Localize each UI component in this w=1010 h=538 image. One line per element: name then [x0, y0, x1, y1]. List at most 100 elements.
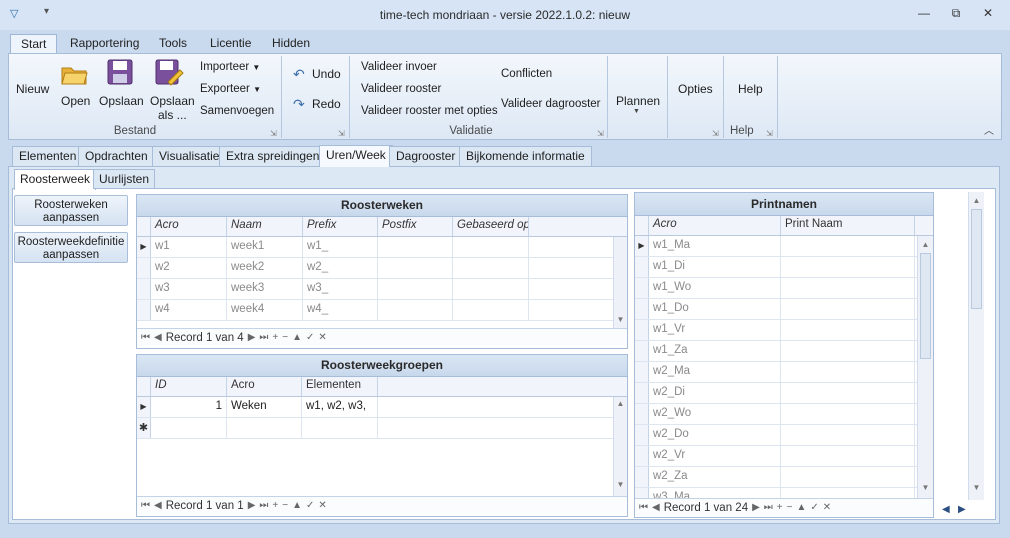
exporteer-dropdown[interactable]: Exporteer ▼ [200, 83, 261, 95]
cancel-record-icon[interactable]: ✕ [318, 500, 326, 511]
cell[interactable] [781, 467, 915, 487]
tab-uren-week[interactable]: Uren/Week [319, 145, 393, 167]
cell[interactable]: w1, w2, w3, [302, 397, 378, 417]
table-row[interactable]: w2_Do [635, 425, 933, 446]
next-record-icon[interactable]: ▶ [248, 500, 256, 511]
next-record-icon[interactable]: ▶ [752, 502, 760, 513]
column-header[interactable]: Elementen [302, 377, 378, 396]
cell[interactable] [378, 300, 453, 320]
ribbon-tab-start[interactable]: Start [10, 34, 58, 55]
ribbon-tab-rapportering[interactable]: Rapportering [60, 34, 149, 54]
cell[interactable]: w2_ [303, 258, 378, 278]
dialog-launcher-icon[interactable]: ⇲ [338, 129, 345, 138]
last-record-icon[interactable]: ⏭ [259, 332, 268, 343]
scroll-down-icon[interactable]: ▼ [614, 480, 627, 489]
table-row[interactable]: w2 week2 w2_ [137, 258, 627, 279]
scrollbar[interactable]: ▲ ▼ [613, 397, 627, 496]
cell[interactable]: w2_Di [649, 383, 781, 403]
tab-extra-spreidingen[interactable]: Extra spreidingen [219, 146, 327, 167]
tab-opdrachten[interactable]: Opdrachten [78, 146, 155, 167]
column-header[interactable]: Acro [151, 217, 227, 236]
restore-button[interactable]: ⧉ [944, 6, 968, 24]
confirm-record-icon[interactable]: ✓ [306, 332, 314, 343]
edit-record-icon[interactable]: ▲ [292, 500, 302, 511]
column-header[interactable]: Prefix [303, 217, 378, 236]
cell[interactable]: w1_ [303, 237, 378, 257]
cancel-record-icon[interactable]: ✕ [823, 502, 831, 513]
cell[interactable]: w2_Do [649, 425, 781, 445]
scroll-down-icon[interactable]: ▼ [614, 315, 627, 324]
cell[interactable]: 1 [151, 397, 227, 417]
cell[interactable] [453, 279, 529, 299]
table-row[interactable]: w2_Ma [635, 362, 933, 383]
valideer-dagrooster-button[interactable]: Valideer dagrooster [501, 98, 601, 110]
cell[interactable] [378, 258, 453, 278]
table-row[interactable]: w1_Do [635, 299, 933, 320]
column-header[interactable]: ID [151, 377, 227, 396]
cell[interactable] [781, 446, 915, 466]
cell[interactable]: w2_Za [649, 467, 781, 487]
conflicten-button[interactable]: Conflicten [501, 68, 552, 80]
open-button[interactable]: Open [61, 94, 90, 108]
cell[interactable] [453, 237, 529, 257]
cell[interactable] [781, 236, 915, 256]
tab-elementen[interactable]: Elementen [12, 146, 84, 167]
add-record-icon[interactable]: + [777, 502, 783, 513]
column-header[interactable]: Gebaseerd op [453, 217, 529, 236]
tab-dagrooster[interactable]: Dagrooster [389, 146, 463, 167]
table-row[interactable]: w2_Za [635, 467, 933, 488]
panel-scrollbar[interactable]: ▲ ▼ [968, 192, 984, 500]
delete-record-icon[interactable]: − [282, 332, 288, 343]
first-record-icon[interactable]: ⏮ [141, 332, 150, 343]
first-record-icon[interactable]: ⏮ [639, 502, 648, 513]
opslaan-als-button[interactable]: Opslaan als ... [150, 94, 195, 122]
last-record-icon[interactable]: ⏭ [764, 502, 773, 513]
cell[interactable]: week1 [227, 237, 303, 257]
undo-button[interactable]: Undo [312, 67, 341, 81]
prev-record-icon[interactable]: ◀ [154, 332, 162, 343]
tab-bijkomende-informatie[interactable]: Bijkomende informatie [459, 146, 592, 167]
first-record-icon[interactable]: ⏮ [141, 500, 150, 511]
cell[interactable]: w3_ [303, 279, 378, 299]
cell[interactable] [781, 278, 915, 298]
cell[interactable]: week2 [227, 258, 303, 278]
cancel-record-icon[interactable]: ✕ [318, 332, 326, 343]
dialog-launcher-icon[interactable]: ⇲ [712, 129, 719, 138]
cell[interactable]: Weken [227, 397, 302, 417]
delete-record-icon[interactable]: − [282, 500, 288, 511]
cell[interactable] [453, 300, 529, 320]
scroll-up-icon[interactable]: ▲ [614, 399, 627, 408]
prev-record-icon[interactable]: ◀ [154, 500, 162, 511]
table-row[interactable]: ▶ w1_Ma [635, 236, 933, 257]
plannen-button[interactable]: Plannen [616, 94, 660, 108]
scroll-left-icon[interactable]: ◀ [942, 504, 950, 515]
confirm-record-icon[interactable]: ✓ [306, 500, 314, 511]
scroll-thumb[interactable] [971, 209, 982, 309]
table-row[interactable]: w1_Wo [635, 278, 933, 299]
table-row[interactable]: w3_Ma [635, 488, 933, 498]
table-row[interactable]: ▶ 1 Weken w1, w2, w3, [137, 397, 627, 418]
redo-button[interactable]: Redo [312, 97, 341, 111]
cell[interactable]: w2_Vr [649, 446, 781, 466]
scroll-thumb[interactable] [920, 253, 931, 359]
delete-record-icon[interactable]: − [787, 502, 793, 513]
table-row[interactable]: w2_Vr [635, 446, 933, 467]
valideer-rooster-button[interactable]: Valideer rooster [361, 83, 441, 95]
prev-record-icon[interactable]: ◀ [652, 502, 660, 513]
subtab-uurlijsten[interactable]: Uurlijsten [93, 169, 156, 189]
roosterweken-aanpassen-button[interactable]: Roosterweken aanpassen [14, 195, 128, 226]
scroll-up-icon[interactable]: ▲ [969, 196, 984, 205]
importeer-dropdown[interactable]: Importeer ▼ [200, 61, 260, 73]
column-header[interactable]: Print Naam [781, 216, 915, 235]
dialog-launcher-icon[interactable]: ⇲ [597, 129, 604, 138]
samenvoegen-button[interactable]: Samenvoegen [200, 105, 274, 117]
cell[interactable] [781, 488, 915, 498]
cell[interactable]: w3 [151, 279, 227, 299]
cell[interactable] [781, 320, 915, 340]
valideer-invoer-button[interactable]: Valideer invoer [361, 61, 437, 73]
dialog-launcher-icon[interactable]: ⇲ [766, 129, 773, 138]
add-record-icon[interactable]: + [272, 332, 278, 343]
cell[interactable]: w1_Vr [649, 320, 781, 340]
cell[interactable]: w4_ [303, 300, 378, 320]
cell[interactable] [453, 258, 529, 278]
